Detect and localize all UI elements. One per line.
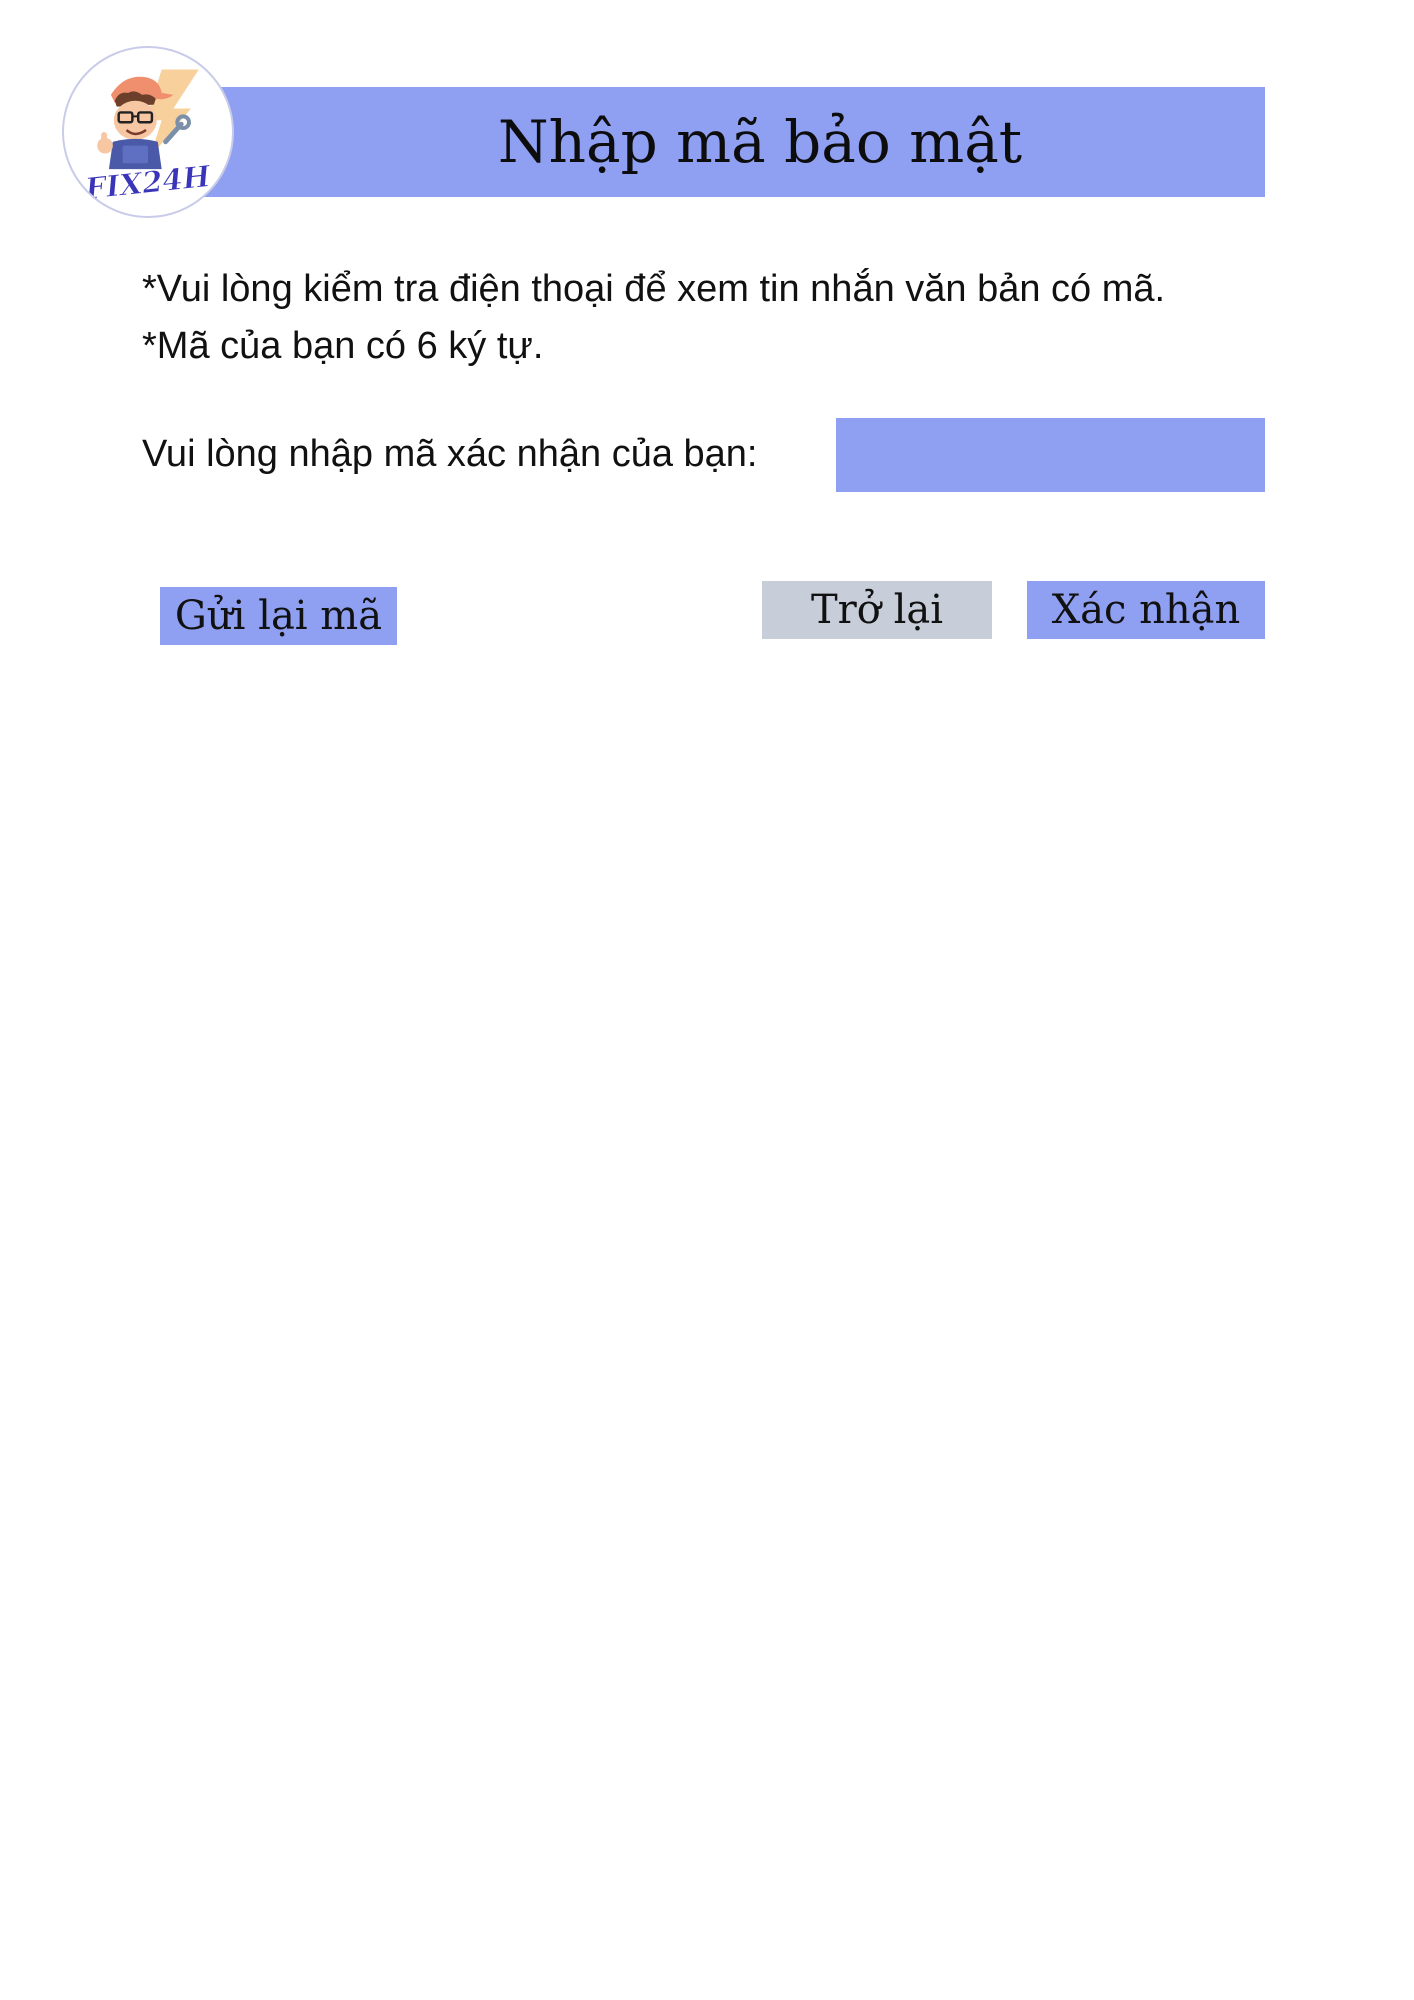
code-field-label: Vui lòng nhập mã xác nhận của bạn: — [142, 433, 758, 475]
svg-text:FIX24H: FIX24H — [82, 158, 213, 206]
resend-code-button[interactable]: Gửi lại mã — [160, 587, 397, 645]
instruction-check-phone: *Vui lòng kiểm tra điện thoại để xem tin… — [142, 268, 1166, 310]
mechanic-mascot-icon: FIX24H — [82, 69, 214, 207]
back-button[interactable]: Trở lại — [762, 581, 992, 639]
page-title: Nhập mã bảo mật — [497, 108, 1023, 176]
verification-code-input[interactable] — [836, 418, 1265, 492]
fix24h-logo: FIX24H — [62, 46, 234, 218]
confirm-button[interactable]: Xác nhận — [1027, 581, 1265, 639]
instruction-code-length: *Mã của bạn có 6 ký tự. — [142, 325, 544, 367]
